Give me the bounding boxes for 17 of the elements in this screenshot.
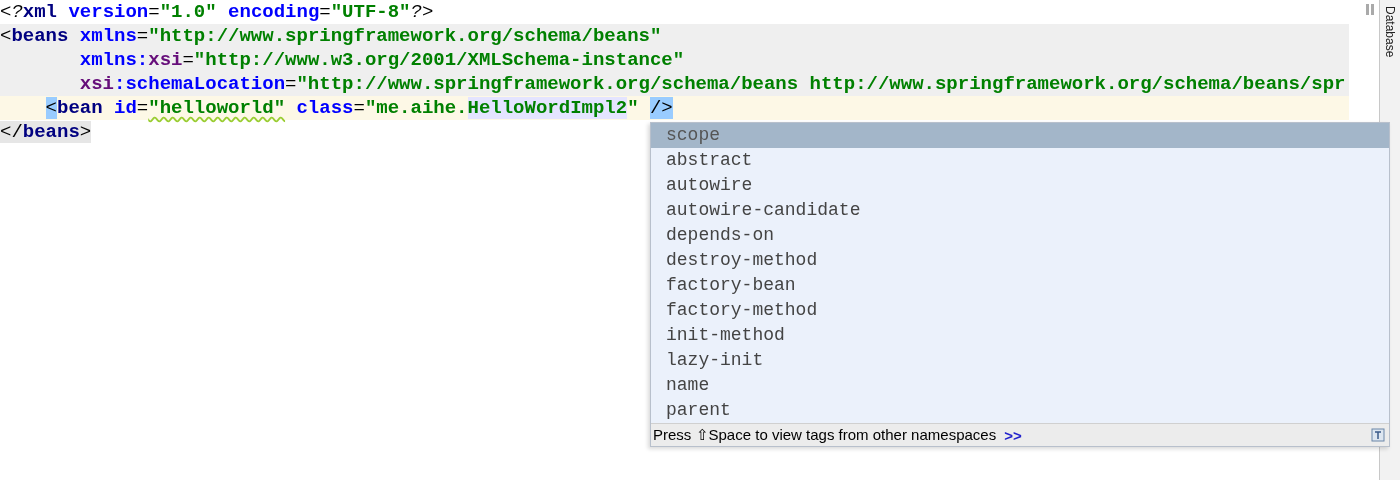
completion-item[interactable]: lazy-init [651,348,1389,373]
completion-item[interactable]: depends-on [651,223,1389,248]
completion-item[interactable]: destroy-method [651,248,1389,273]
hint-text: Press ⇧Space to view tags from other namespaces [653,426,997,444]
code-line: <?xml version="1.0" encoding="UTF-8"?> [0,0,435,24]
completion-item[interactable]: factory-bean [651,273,1389,298]
completion-item[interactable]: autowire [651,173,1389,198]
completion-item[interactable]: parent [651,398,1389,423]
completion-item[interactable]: init-method [651,323,1389,348]
namespaces-link[interactable]: >> [1004,426,1022,444]
tool-window-tab[interactable]: Database [1383,0,1397,64]
completion-item[interactable]: name [651,373,1389,398]
completion-item[interactable]: autowire-candidate [651,198,1389,223]
pause-icon[interactable] [1366,4,1374,15]
completion-item[interactable]: abstract [651,148,1389,173]
completion-item[interactable]: scope [651,123,1389,148]
completion-item[interactable]: factory-method [651,298,1389,323]
